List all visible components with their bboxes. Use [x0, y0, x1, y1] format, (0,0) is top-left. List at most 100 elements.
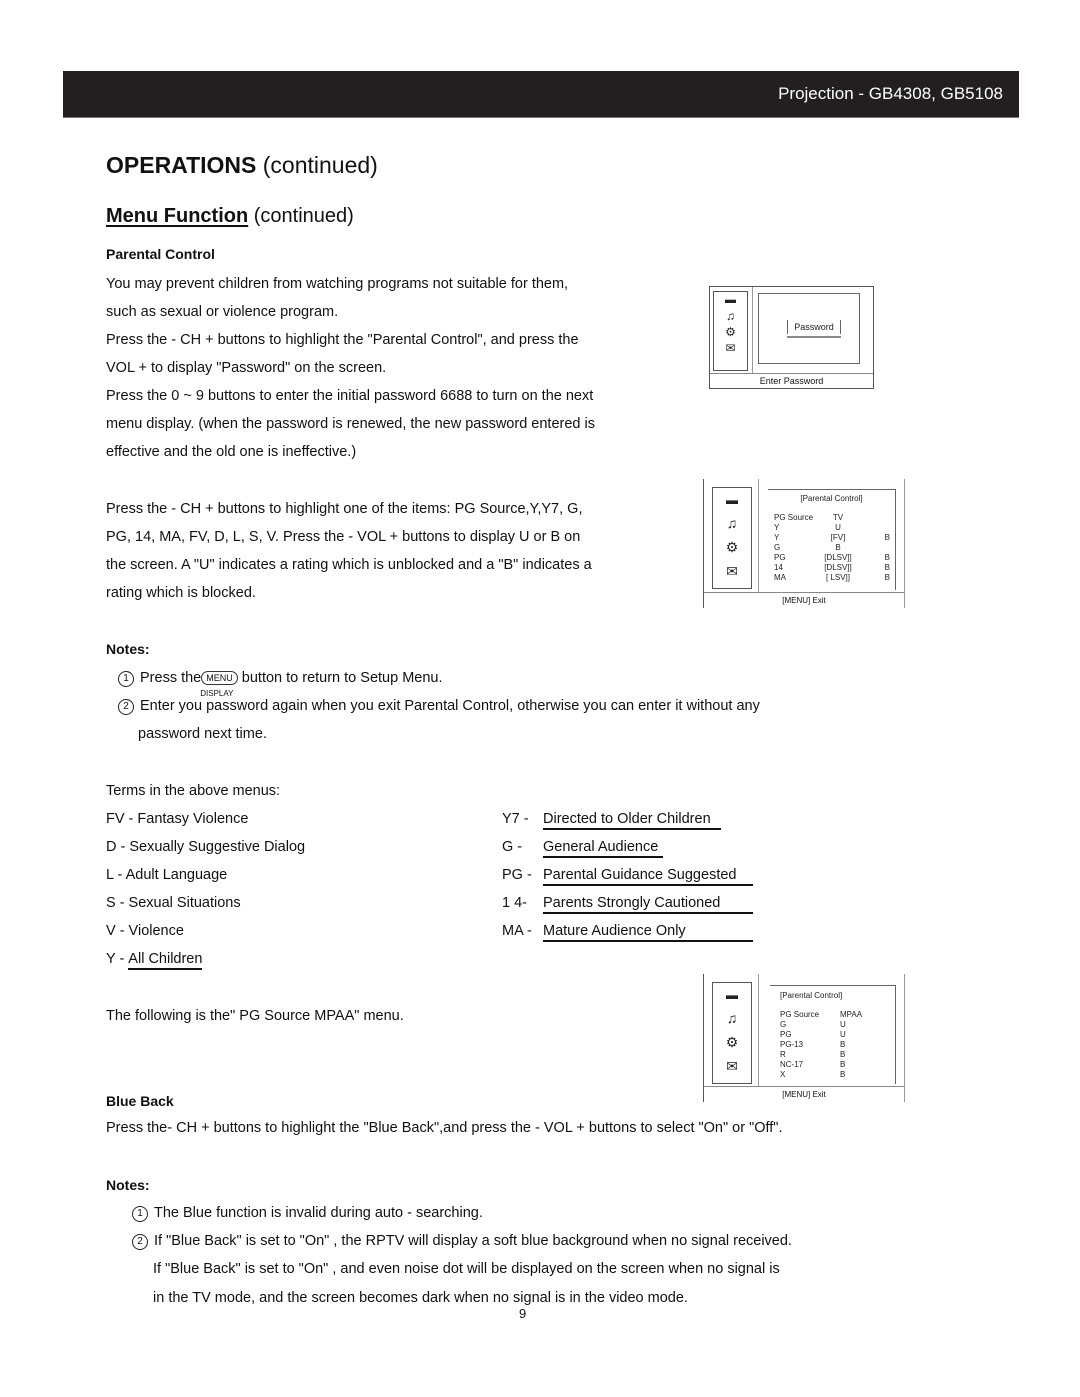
note-text: Enter you password again when you exit P…	[140, 698, 760, 714]
menu-cell-status	[860, 513, 890, 523]
menu-cell-status: B	[884, 553, 890, 562]
menu-row[interactable]: 14 [DLSV]] B	[774, 563, 895, 573]
menu-row[interactable]: GB	[774, 543, 895, 553]
password-label: Password	[787, 320, 841, 334]
menu-row[interactable]: XB	[780, 1070, 895, 1080]
text-line: Press the - CH + buttons to highlight th…	[106, 332, 579, 348]
term-code: MA -	[502, 923, 532, 939]
menu-cell-label: PG-13	[780, 1040, 804, 1049]
term-def: Directed to Older Children	[543, 811, 721, 830]
menu-cell-value: B	[840, 1050, 846, 1059]
screen-footer: [MENU] Exit	[704, 592, 904, 609]
menu-cell-label: 14	[774, 563, 783, 572]
term-item: MA - Mature Audience Only	[502, 923, 753, 951]
parental-mpaa-panel: [Parental Control] PG Source MPAA G U PG U PG-…	[770, 985, 896, 1084]
menu-cell-label: PG Source	[774, 513, 814, 522]
sound-icon: ♫	[726, 309, 735, 323]
parental-tv-panel: [Parental Control] PG Source TV Y U Y [FV] B G B…	[768, 489, 896, 590]
menu-cell-value: U	[835, 523, 841, 532]
term-def: Parents Strongly Cautioned	[543, 895, 753, 914]
password-panel: Password	[758, 293, 860, 364]
menu-row[interactable]: Y [FV] B	[774, 533, 895, 543]
term-code: PG -	[502, 867, 532, 883]
menu-button-icon: MENU DISPLAY	[200, 671, 238, 698]
divider	[758, 479, 759, 592]
function-icon: ✉	[725, 341, 736, 355]
menu-cell-label: G	[774, 543, 781, 552]
menu-cell-value: B	[840, 1040, 846, 1049]
menu-cell-value: U	[840, 1030, 846, 1039]
number-badge: 1	[132, 1206, 148, 1222]
menu-cell-value: [DLSV]]	[824, 553, 852, 562]
term-item: G - General Audience	[502, 839, 753, 867]
menu-row[interactable]: PG-13 B	[780, 1040, 895, 1050]
menu-cell-value: B	[840, 1070, 846, 1079]
menu-cell-label: NC-17	[780, 1060, 804, 1069]
menu-row[interactable]: PG [DLSV]] B	[774, 553, 895, 563]
page-title: OPERATIONS (continued)	[106, 152, 378, 179]
parental-tv-screen: ▬ ♫ ⚙ ✉ [Parental Control] PG Source TV Y U…	[703, 479, 905, 608]
note-continuation: in the TV mode, and the screen becomes d…	[153, 1290, 688, 1306]
rating-list: PG Source TV Y U Y [FV] B G B PG [DLSV]] B 14 [DLSV]]…	[768, 513, 895, 583]
menu-cell-value: TV	[832, 513, 844, 522]
text-line: You may prevent children from watching p…	[106, 276, 569, 292]
text-line: PG, 14, MA, FV, D, L, S, V. Press the - …	[106, 529, 581, 545]
setup-icon: ⚙	[725, 1034, 739, 1050]
menu-cell-value: MPAA	[840, 1010, 863, 1019]
mpaa-intro: The following is the" PG Source MPAA" me…	[106, 1008, 404, 1024]
menu-cell-value: [FV]	[830, 533, 846, 542]
menu-icons: ▬ ♫ ⚙ ✉	[712, 487, 752, 589]
text-line: VOL + to display "Password" on the scree…	[106, 360, 387, 376]
text-line: Press the - CH + buttons to highlight on…	[106, 501, 583, 517]
section-title-rest: (continued)	[253, 205, 354, 227]
function-icon: ✉	[726, 563, 738, 579]
function-icon: ✉	[726, 1058, 738, 1074]
picture-icon: ▬	[726, 493, 738, 507]
menu-cell-value: B	[840, 1060, 846, 1069]
menu-row[interactable]: NC-17 B	[780, 1060, 895, 1070]
term-code: 1 4-	[502, 895, 527, 911]
text-line: Press the 0 ~ 9 buttons to enter the ini…	[106, 388, 594, 404]
terms-left: FV - Fantasy Violence D - Sexually Sugge…	[106, 811, 305, 979]
note-item: 1 The Blue function is invalid during aut…	[132, 1205, 483, 1222]
menu-cell-value: B	[835, 543, 841, 552]
header-bar: Projection - GB4308, GB5108	[63, 71, 1019, 118]
term-def: Parental Guidance Suggested	[543, 867, 753, 886]
term-item: Y7 - Directed to Older Children	[502, 811, 753, 839]
text-line: menu display. (when the password is rene…	[106, 416, 595, 432]
menu-row[interactable]: RB	[780, 1050, 895, 1060]
menu-row[interactable]: YU	[774, 523, 895, 533]
menu-cell-status: B	[884, 533, 890, 542]
menu-row[interactable]: GU	[780, 1020, 895, 1030]
password-input[interactable]	[787, 336, 841, 338]
note-text: Press the	[140, 670, 202, 686]
terms-right: Y7 - Directed to Older Children G - Genera…	[502, 811, 753, 951]
menu-cell-label: Y	[774, 523, 780, 532]
term-item: PG - Parental Guidance Suggested	[502, 867, 753, 895]
text-line: effective and the old one is ineffective…	[106, 444, 357, 460]
section-title-bold: Menu Function	[106, 205, 249, 227]
model-title: Projection - GB4308, GB5108	[778, 84, 1003, 103]
menu-row[interactable]: MA [ LSV]] B	[774, 573, 895, 583]
menu-row[interactable]: PG U	[780, 1030, 895, 1040]
term-code: Y7 -	[502, 811, 529, 827]
menu-cell-label: X	[780, 1070, 786, 1079]
terms-intro: Terms in the above menus:	[106, 783, 281, 799]
menu-cell-status	[860, 543, 890, 553]
note-text: The Blue function is invalid during auto…	[154, 1205, 483, 1221]
term-item: S - Sexual Situations	[106, 895, 241, 911]
password-screen: ▬ ♫ ⚙ ✉ Password Enter Password	[709, 286, 874, 389]
parental-control-items: Press the - CH + buttons to highlight on…	[106, 495, 592, 607]
term-item: V - Violence	[106, 923, 184, 939]
term-item: D - Sexually Suggestive Dialog	[106, 839, 306, 855]
menu-row[interactable]: PG Source MPAA	[780, 1010, 895, 1020]
notes-label: Notes:	[106, 641, 150, 657]
menu-cell-value: U	[840, 1020, 846, 1029]
sound-icon: ♫	[726, 1010, 738, 1026]
menu-cell-label: R	[780, 1050, 786, 1059]
term-item: Y - All Children	[106, 951, 305, 979]
picture-icon: ▬	[726, 988, 738, 1002]
menu-row[interactable]: PG Source TV	[774, 513, 895, 523]
note-continuation: password next time.	[138, 726, 267, 742]
menu-cell-status: B	[884, 573, 890, 582]
